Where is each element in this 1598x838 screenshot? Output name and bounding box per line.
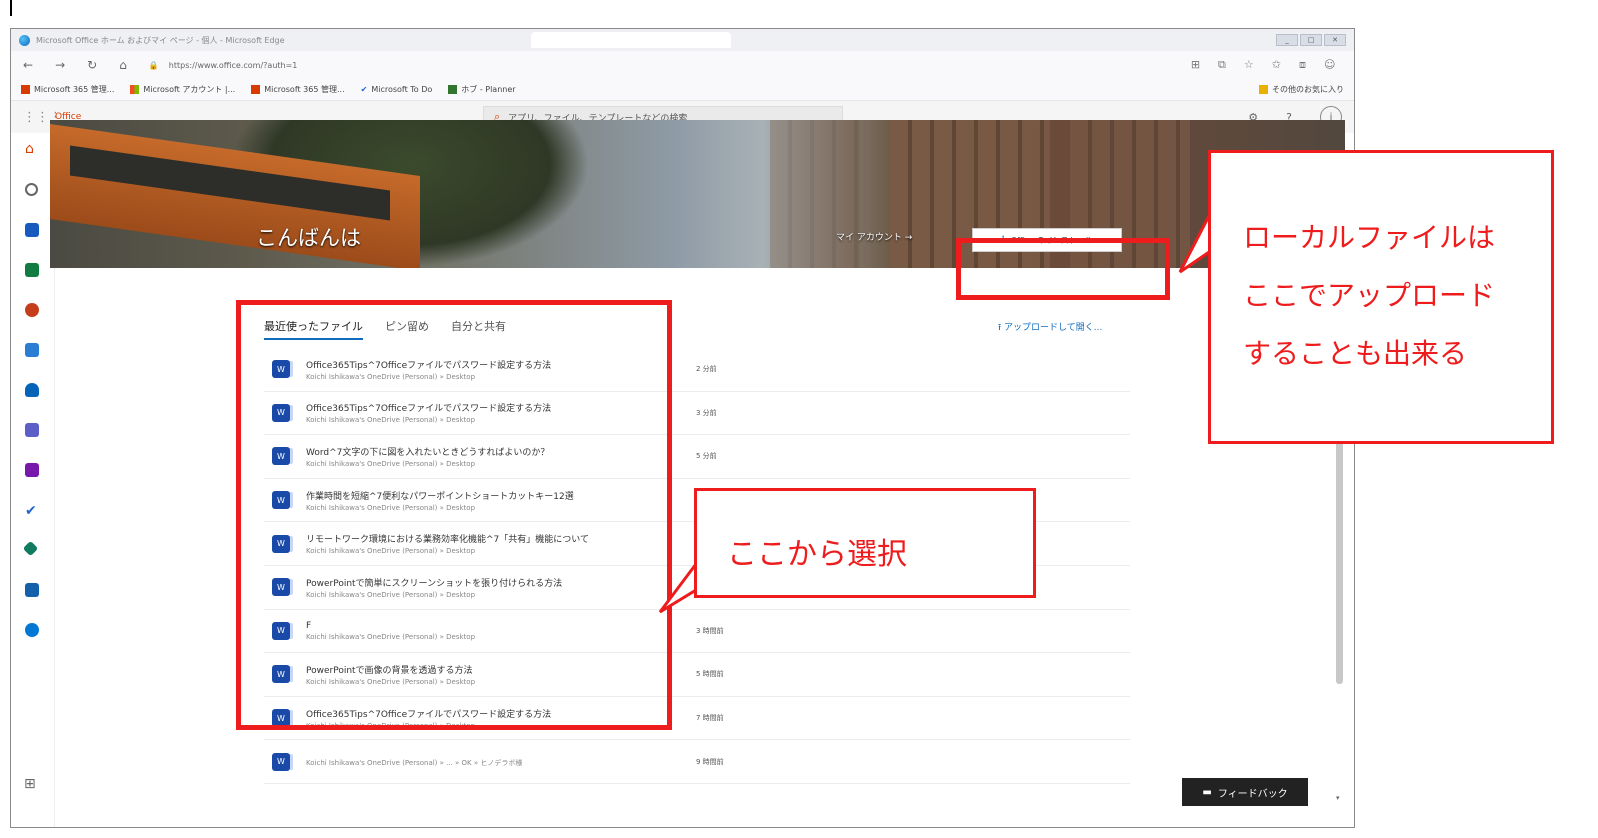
- callout-line: ここでアップロード: [1243, 279, 1496, 312]
- callout-pointer-select: [658, 559, 698, 614]
- callout-line: することも出来る: [1243, 337, 1468, 370]
- callout-local-upload: ローカルファイルは ここでアップロード することも出来る: [1208, 150, 1554, 444]
- callout-line: ローカルファイルは: [1243, 221, 1496, 254]
- screenshot-stage: Microsoft Office ホーム およびマイ ページ - 個人 - Mi…: [0, 0, 1598, 838]
- callout-text: ここから選択: [727, 537, 907, 572]
- callout-select-here: ここから選択: [694, 488, 1036, 598]
